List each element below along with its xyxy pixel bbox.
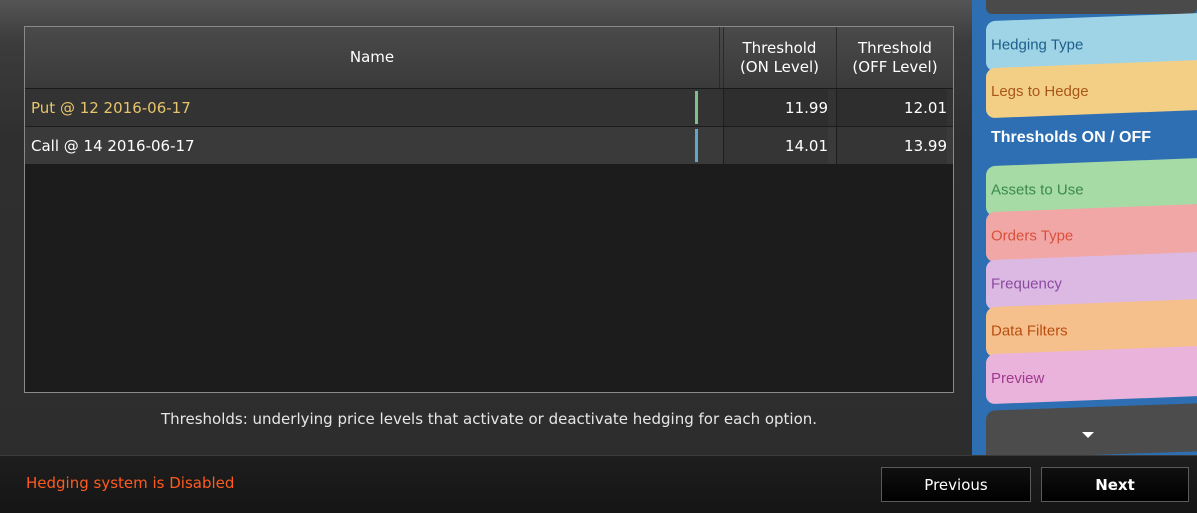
nav-tab-preview[interactable]: Preview (986, 345, 1197, 405)
table-row[interactable]: Put @ 12 2016-06-17 11.99 12.01 (25, 89, 953, 126)
thresholds-grid: Name Threshold (ON Level) Threshold (OFF… (24, 26, 954, 393)
column-header-threshold-off-line1: Threshold (858, 38, 932, 57)
wizard-step-nav: Hedging Type Legs to Hedge Thresholds ON… (972, 0, 1197, 455)
column-header-threshold-on-line1: Threshold (742, 38, 817, 57)
threshold-off-cell[interactable]: 12.01 (837, 89, 947, 126)
nav-tab-thresholds-on-off[interactable]: Thresholds ON / OFF (986, 113, 1197, 163)
nav-tab-label: Thresholds ON / OFF (991, 129, 1152, 146)
column-header-threshold-on-line2: (ON Level) (739, 57, 820, 76)
thresholds-hint-text: Thresholds: underlying price levels that… (160, 410, 818, 428)
column-header-threshold-off-line2: (OFF Level) (852, 57, 938, 76)
nav-tab-label: Legs to Hedge (991, 82, 1089, 100)
nav-tab-label: Data Filters (991, 322, 1068, 340)
option-name-cell: Put @ 12 2016-06-17 (31, 98, 191, 117)
table-row[interactable]: Call @ 14 2016-06-17 14.01 13.99 (25, 127, 953, 164)
next-button[interactable]: Next (1041, 467, 1189, 502)
nav-more-tab[interactable] (986, 403, 1197, 455)
nav-tab-legs-to-hedge[interactable]: Legs to Hedge (986, 59, 1197, 119)
threshold-off-cell[interactable]: 13.99 (837, 127, 947, 164)
nav-top-cap (986, 0, 1197, 14)
column-header-name[interactable]: Name (25, 27, 719, 88)
column-separator (719, 27, 720, 88)
previous-button[interactable]: Previous (881, 467, 1031, 502)
nav-tab-label: Preview (991, 369, 1045, 387)
hedging-status-text: Hedging system is Disabled (26, 474, 235, 492)
nav-tab-label: Orders Type (991, 226, 1074, 244)
grid-header: Name Threshold (ON Level) Threshold (OFF… (25, 27, 953, 89)
chevron-down-icon[interactable] (1082, 432, 1094, 438)
column-header-threshold-off[interactable]: Threshold (OFF Level) (837, 27, 953, 88)
main-panel: Name Threshold (ON Level) Threshold (OFF… (0, 0, 972, 455)
row-color-marker (695, 129, 698, 162)
nav-tab-label: Hedging Type (991, 35, 1084, 53)
nav-tab-label: Assets to Use (991, 180, 1084, 198)
option-name-cell: Call @ 14 2016-06-17 (31, 136, 195, 155)
threshold-on-cell[interactable]: 14.01 (724, 127, 828, 164)
column-header-threshold-on[interactable]: Threshold (ON Level) (724, 27, 835, 88)
threshold-on-cell[interactable]: 11.99 (724, 89, 828, 126)
bottom-bar: Hedging system is Disabled Previous Next (0, 455, 1197, 513)
row-color-marker (695, 91, 698, 124)
nav-tab-label: Frequency (991, 275, 1062, 293)
